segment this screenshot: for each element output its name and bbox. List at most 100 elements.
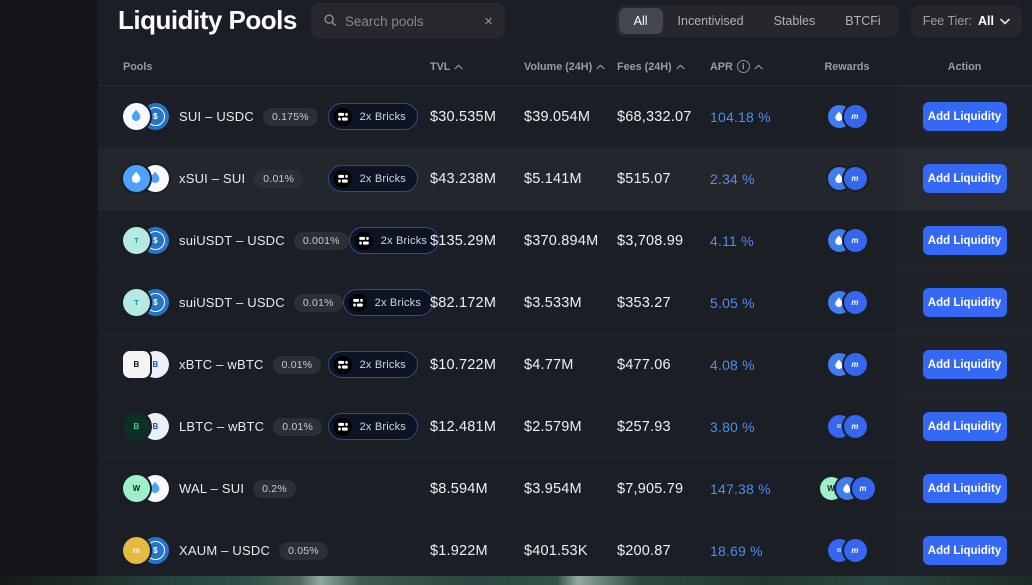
usdt-token-icon: T [123, 227, 150, 254]
pool-cell: m$ XAUM – USDC 0.05% [98, 537, 430, 564]
bricks-badge: 2x Bricks [328, 413, 418, 440]
bricks-icon [333, 107, 353, 127]
fee-badge: 0.01% [273, 356, 322, 374]
pool-cell: xSUI – SUI 0.01% 2x Bricks [98, 165, 430, 192]
pool-pair: SUI – USDC [179, 109, 254, 124]
pool-cell: T$ suiUSDT – USDC 0.01% 2x Bricks [98, 289, 430, 316]
add-liquidity-button[interactable]: Add Liquidity [923, 164, 1007, 193]
sui-light-token-icon [123, 103, 150, 130]
column-header-rewards: Rewards [797, 61, 897, 73]
bricks-badge: 2x Bricks [349, 227, 439, 254]
table-row[interactable]: xSUI – SUI 0.01% 2x Bricks $43.238M $5.1… [98, 148, 1032, 210]
pool-token-icons: m$ [123, 537, 169, 564]
pool-pair: XAUM – USDC [179, 543, 270, 558]
column-header-action: Action [897, 61, 1032, 73]
rewards-cell: m [797, 167, 897, 190]
pool-pair: suiUSDT – USDC [179, 233, 285, 248]
apr-cell: 3.80 % [710, 419, 797, 435]
column-header-tvl[interactable]: TVL [430, 61, 524, 73]
mmt-token-icon: m [844, 415, 867, 438]
pool-pair: xBTC – wBTC [179, 357, 264, 372]
sort-asc-icon[interactable] [676, 64, 685, 70]
lbtc-token-icon: B [123, 413, 150, 440]
mmt-token-icon: m [844, 539, 867, 562]
topbar: Liquidity Pools × AllIncentivisedStables… [98, 0, 1032, 48]
action-cell: Add Liquidity [897, 148, 1032, 209]
pool-token-icons: BB [123, 413, 169, 440]
fee-tier-label: Fee Tier: [923, 14, 972, 28]
sort-asc-icon[interactable] [596, 64, 605, 70]
xaum-token-icon: m [123, 537, 150, 564]
table-row[interactable]: m$ XAUM – USDC 0.05% $1.922M $401.53K $2… [98, 520, 1032, 582]
pool-token-icons: W [123, 475, 169, 502]
table-row[interactable]: W WAL – SUI 0.2% $8.594M $3.954M $7,905.… [98, 458, 1032, 520]
fees-cell: $3,708.99 [617, 233, 710, 249]
action-cell: Add Liquidity [897, 520, 1032, 581]
info-icon[interactable]: i [737, 60, 750, 73]
bricks-icon [354, 231, 374, 251]
apr-cell: 4.08 % [710, 357, 797, 373]
add-liquidity-button[interactable]: Add Liquidity [923, 288, 1007, 317]
fees-cell: $68,332.07 [617, 109, 710, 125]
action-cell: Add Liquidity [897, 272, 1032, 333]
volume-cell: $370.894M [524, 233, 617, 249]
volume-cell: $39.054M [524, 109, 617, 125]
table-row[interactable]: BB xBTC – wBTC 0.01% 2x Bricks $10.722M … [98, 334, 1032, 396]
fee-tier-dropdown[interactable]: Fee Tier: All [911, 5, 1022, 37]
column-header-apr[interactable]: APRi [710, 60, 797, 73]
table-row[interactable]: T$ suiUSDT – USDC 0.001% 2x Bricks $135.… [98, 210, 1032, 272]
tvl-cell: $8.594M [430, 481, 524, 497]
tvl-cell: $10.722M [430, 357, 524, 373]
tvl-cell: $30.535M [430, 109, 524, 125]
add-liquidity-button[interactable]: Add Liquidity [923, 536, 1007, 565]
add-liquidity-button[interactable]: Add Liquidity [923, 102, 1007, 131]
pool-token-icons: $ [123, 103, 169, 130]
table-header: PoolsTVLVolume (24H)Fees (24H)APRiReward… [98, 48, 1032, 86]
search-box[interactable]: × [311, 3, 505, 39]
column-header-fees-24h[interactable]: Fees (24H) [617, 61, 710, 73]
rewards-cell: m [797, 291, 897, 314]
filter-controls: AllIncentivisedStablesBTCFi Fee Tier: Al… [616, 5, 1022, 37]
action-cell: Add Liquidity [897, 396, 1032, 457]
bricks-label: 2x Bricks [381, 235, 427, 247]
table-row[interactable]: T$ suiUSDT – USDC 0.01% 2x Bricks $82.17… [98, 272, 1032, 334]
tab-incentivised[interactable]: Incentivised [663, 8, 759, 34]
pool-cell: BB xBTC – wBTC 0.01% 2x Bricks [98, 351, 430, 378]
fees-cell: $257.93 [617, 419, 710, 435]
mmt-token-icon: m [844, 353, 867, 376]
table-row[interactable]: BB LBTC – wBTC 0.01% 2x Bricks $12.481M … [98, 396, 1032, 458]
rewards-cell: m [797, 353, 897, 376]
tab-all[interactable]: All [619, 8, 663, 34]
pool-token-icons: T$ [123, 227, 169, 254]
fees-cell: $353.27 [617, 295, 710, 311]
tvl-cell: $12.481M [430, 419, 524, 435]
bricks-icon [333, 355, 353, 375]
apr-cell: 2.34 % [710, 171, 797, 187]
column-label: TVL [430, 61, 450, 73]
action-cell: Add Liquidity [897, 86, 1032, 147]
tab-btcfi[interactable]: BTCFi [830, 8, 895, 34]
add-liquidity-button[interactable]: Add Liquidity [923, 474, 1007, 503]
bricks-label: 2x Bricks [375, 297, 421, 309]
sort-asc-icon[interactable] [454, 64, 463, 70]
fees-cell: $515.07 [617, 171, 710, 187]
add-liquidity-button[interactable]: Add Liquidity [923, 350, 1007, 379]
mmt-token-icon: m [844, 229, 867, 252]
search-input[interactable] [345, 14, 476, 29]
apr-cell: 104.18 % [710, 109, 797, 125]
add-liquidity-button[interactable]: Add Liquidity [923, 226, 1007, 255]
add-liquidity-button[interactable]: Add Liquidity [923, 412, 1007, 441]
bricks-label: 2x Bricks [360, 173, 406, 185]
close-icon[interactable]: × [484, 14, 493, 29]
rewards-cell: m [797, 105, 897, 128]
pool-token-icons: BB [123, 351, 169, 378]
volume-cell: $5.141M [524, 171, 617, 187]
table-row[interactable]: $ SUI – USDC 0.175% 2x Bricks $30.535M $… [98, 86, 1032, 148]
tvl-cell: $82.172M [430, 295, 524, 311]
mmt-token-icon: m [852, 477, 875, 500]
bricks-badge: 2x Bricks [328, 351, 418, 378]
action-cell: Add Liquidity [897, 210, 1032, 271]
column-header-volume-24h[interactable]: Volume (24H) [524, 61, 617, 73]
tab-stables[interactable]: Stables [759, 8, 831, 34]
sort-asc-icon[interactable] [754, 64, 763, 70]
